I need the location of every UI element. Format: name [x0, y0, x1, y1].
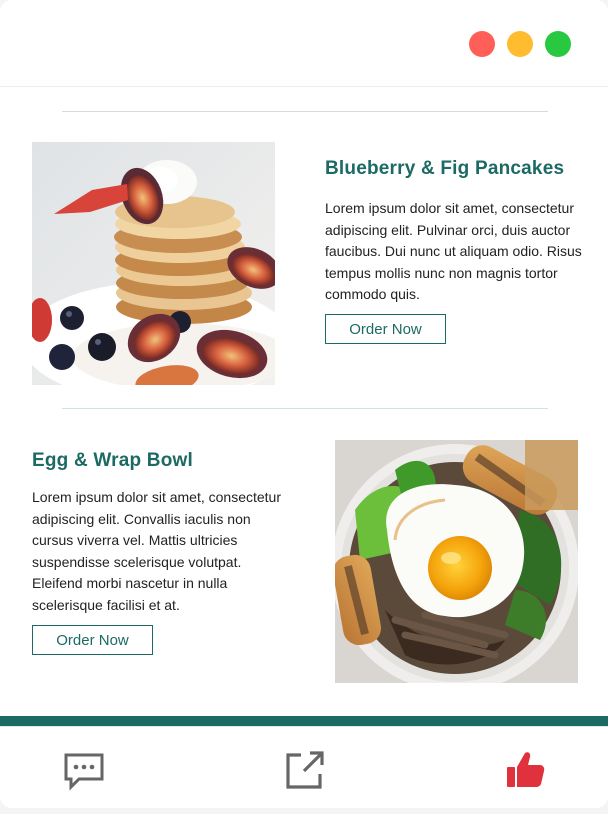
title-bar	[0, 0, 608, 87]
order-now-button[interactable]: Order Now	[32, 625, 153, 655]
pancakes-image	[32, 142, 275, 385]
minimize-dot[interactable]	[507, 31, 533, 57]
maximize-dot[interactable]	[545, 31, 571, 57]
divider	[62, 408, 548, 409]
share-icon[interactable]	[284, 749, 326, 791]
menu-card: Blueberry & Fig Pancakes Lorem ipsum dol…	[0, 0, 608, 808]
footer-bar	[0, 726, 608, 808]
order-now-button[interactable]: Order Now	[325, 314, 446, 344]
item-description: Lorem ipsum dolor sit amet, consectetur …	[32, 489, 281, 613]
item-description: Lorem ipsum dolor sit amet, consectetur …	[325, 200, 582, 302]
item-title: Egg & Wrap Bowl	[32, 450, 193, 471]
egg-bowl-image	[335, 440, 578, 683]
chat-icon[interactable]	[63, 749, 105, 791]
accent-bar	[0, 716, 608, 726]
close-dot[interactable]	[469, 31, 495, 57]
divider	[62, 111, 548, 112]
thumbs-up-icon[interactable]	[504, 749, 546, 791]
item-title: Blueberry & Fig Pancakes	[325, 158, 565, 179]
